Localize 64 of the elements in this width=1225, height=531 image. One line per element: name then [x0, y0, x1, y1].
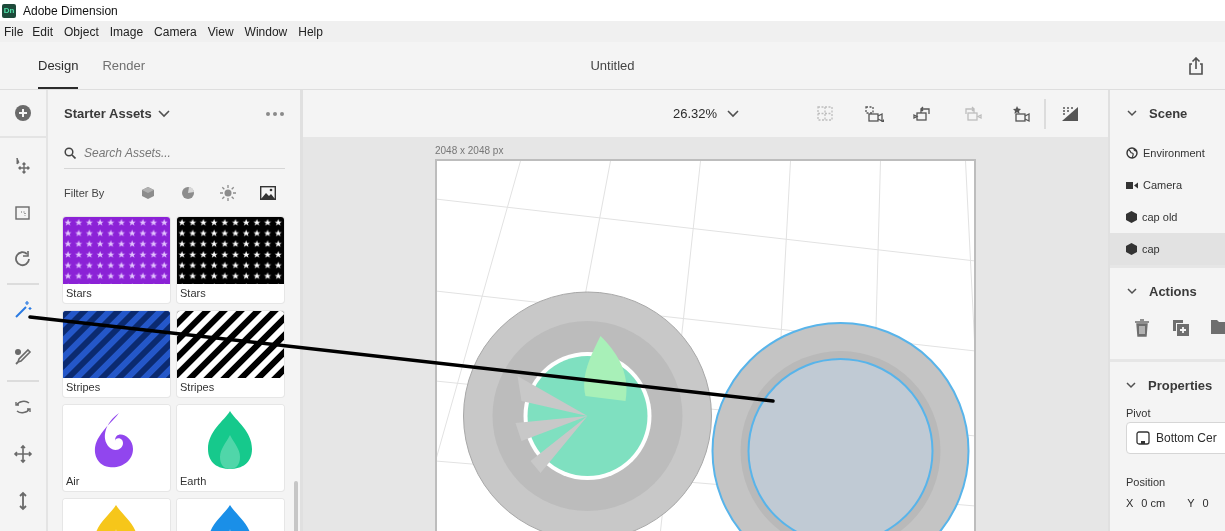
- chevron-icon[interactable]: [1126, 382, 1136, 389]
- asset-label: Stars: [179, 286, 207, 299]
- section-title: Scene: [1149, 106, 1188, 121]
- asset-tile[interactable]: Stars: [177, 217, 284, 303]
- zoom-dropdown[interactable]: 26.32%: [673, 106, 740, 121]
- chevron-icon: [727, 109, 740, 118]
- tab[interactable]: Design: [38, 42, 79, 89]
- menu-item[interactable]: File: [4, 24, 29, 39]
- scene-item[interactable]: Camera: [1110, 169, 1225, 201]
- asset-label: Air: [65, 474, 81, 487]
- scene-item[interactable]: cap: [1110, 233, 1225, 265]
- search-field[interactable]: Search Assets...: [84, 145, 285, 160]
- asset-tile[interactable]: Air: [63, 405, 170, 491]
- chevron-icon[interactable]: [1127, 288, 1137, 295]
- filter-label: Filter By: [64, 187, 105, 199]
- menu-item[interactable]: Camera: [154, 24, 202, 39]
- menu-item[interactable]: Edit: [32, 24, 59, 39]
- folder-icon[interactable]: [1211, 319, 1225, 337]
- window-title: Adobe Dimension: [23, 3, 118, 18]
- menu-item[interactable]: Object: [64, 24, 104, 39]
- axis-label: X: [1126, 497, 1134, 509]
- menu-item[interactable]: Image: [109, 24, 149, 39]
- trash-icon[interactable]: [1134, 319, 1150, 337]
- more-icon[interactable]: [266, 111, 284, 116]
- globe-icon: [1126, 147, 1138, 159]
- cube-icon: [1126, 243, 1137, 255]
- asset-label: Stripes: [65, 380, 102, 393]
- axis-value[interactable]: 0: [1202, 497, 1209, 509]
- asset-tile[interactable]: Stripes: [63, 311, 170, 397]
- pivot-dropdown[interactable]: Bottom Cer: [1126, 422, 1225, 454]
- scene-item[interactable]: cap old: [1110, 201, 1225, 233]
- scene-item-label: cap old: [1142, 211, 1178, 223]
- scrollbar[interactable]: [294, 481, 298, 531]
- field-label: Position: [1126, 476, 1167, 488]
- menu-item[interactable]: Help: [298, 24, 328, 39]
- asset-tile[interactable]: Stripes: [177, 311, 284, 397]
- chevron-icon[interactable]: [1127, 110, 1137, 117]
- asset-tile[interactable]: Earth: [177, 405, 284, 491]
- scene-item-label: Camera: [1143, 179, 1183, 191]
- document-title: Untitled: [590, 57, 635, 75]
- asset-tile[interactable]: Stars: [63, 217, 170, 303]
- asset-library-dropdown[interactable]: Starter Assets: [64, 106, 170, 121]
- cube-icon: [1126, 211, 1137, 223]
- field-label: Pivot: [1126, 407, 1152, 419]
- canvas-size-label: 2048 x 2048 px: [435, 144, 505, 158]
- search-icon: [64, 146, 76, 159]
- scene-item[interactable]: Environment: [1110, 137, 1225, 169]
- camera-icon: [1126, 180, 1138, 190]
- menu-item[interactable]: View: [207, 24, 239, 39]
- duplicate-icon[interactable]: [1172, 319, 1189, 337]
- asset-label: Stripes: [179, 380, 216, 393]
- axis-value[interactable]: 0 cm: [1141, 497, 1166, 509]
- chevron-icon: [157, 109, 170, 118]
- axis-label: Y: [1187, 497, 1195, 509]
- asset-label: Stars: [65, 286, 93, 299]
- scene-item-label: cap: [1142, 243, 1160, 255]
- tab[interactable]: Render: [102, 42, 146, 89]
- section-title: Properties: [1148, 378, 1213, 393]
- scene-item-label: Environment: [1143, 147, 1205, 159]
- app-logo: Dn: [2, 3, 16, 18]
- menu-item[interactable]: Window: [244, 24, 293, 39]
- asset-label: Earth: [179, 474, 208, 487]
- section-title: Actions: [1149, 284, 1197, 299]
- pivot-icon: [1136, 431, 1150, 445]
